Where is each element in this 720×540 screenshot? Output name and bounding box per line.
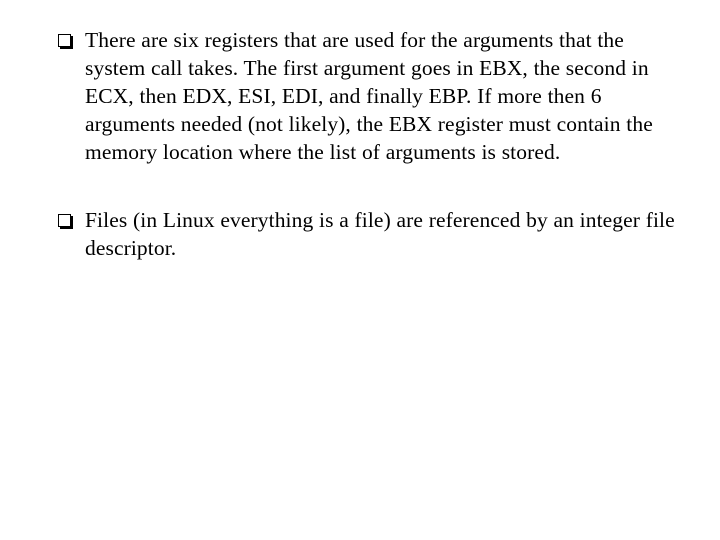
bullet-text: Files (in Linux everything is a file) ar… xyxy=(85,208,681,260)
bullet-text: There are six registers that are used fo… xyxy=(85,28,659,164)
slide-body-content-placeholder[interactable]: There are six registers that are used fo… xyxy=(58,26,678,262)
list-item[interactable]: Files (in Linux everything is a file) ar… xyxy=(58,206,678,262)
slide-canvas: There are six registers that are used fo… xyxy=(0,0,720,540)
shadowed-square-bullet-icon xyxy=(58,214,73,229)
shadowed-square-bullet-icon xyxy=(58,34,73,49)
list-item[interactable]: There are six registers that are used fo… xyxy=(58,26,678,166)
